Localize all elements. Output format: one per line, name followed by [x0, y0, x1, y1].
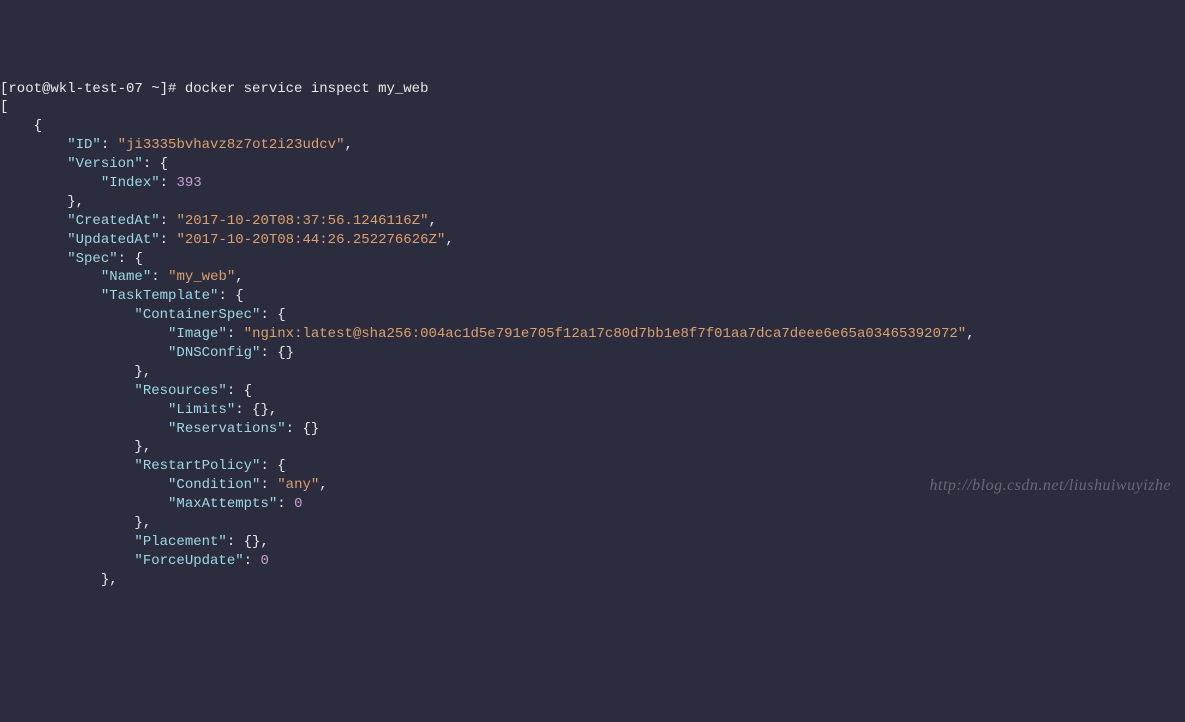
- json-value-index: 393: [176, 175, 201, 191]
- json-value-name: "my_web": [168, 269, 235, 285]
- json-value-condition: "any": [277, 477, 319, 493]
- watermark-text: http://blog.csdn.net/liushuiwuyizhe: [930, 475, 1171, 497]
- json-key-spec: "Spec": [67, 251, 117, 267]
- json-key-id: "ID": [67, 137, 101, 153]
- json-key-tasktemplate: "TaskTemplate": [101, 288, 219, 304]
- json-value-id: "ji3335bvhavz8z7ot2i23udcv": [118, 137, 345, 153]
- json-key-version: "Version": [67, 156, 143, 172]
- json-open-bracket: [: [0, 99, 8, 115]
- json-key-dnsconfig: "DNSConfig": [168, 345, 260, 361]
- json-value-maxattempts: 0: [294, 496, 302, 512]
- json-key-updatedat: "UpdatedAt": [67, 232, 159, 248]
- json-key-maxattempts: "MaxAttempts": [168, 496, 277, 512]
- json-key-createdat: "CreatedAt": [67, 213, 159, 229]
- json-key-placement: "Placement": [134, 534, 226, 550]
- json-key-resources: "Resources": [134, 383, 226, 399]
- json-key-image: "Image": [168, 326, 227, 342]
- json-key-reservations: "Reservations": [168, 421, 286, 437]
- json-value-forceupdate: 0: [260, 553, 268, 569]
- json-key-index: "Index": [101, 175, 160, 191]
- json-key-name: "Name": [101, 269, 151, 285]
- json-key-restartpolicy: "RestartPolicy": [134, 458, 260, 474]
- command-text: docker service inspect my_web: [185, 81, 429, 97]
- json-key-condition: "Condition": [168, 477, 260, 493]
- shell-prompt: [root@wkl-test-07 ~]#: [0, 81, 185, 97]
- json-key-containerspec: "ContainerSpec": [134, 307, 260, 323]
- terminal-output: [root@wkl-test-07 ~]# docker service ins…: [0, 80, 1185, 590]
- json-value-updatedat: "2017-10-20T08:44:26.252276626Z": [176, 232, 445, 248]
- json-key-forceupdate: "ForceUpdate": [134, 553, 243, 569]
- json-value-createdat: "2017-10-20T08:37:56.1246116Z": [176, 213, 428, 229]
- json-object-open: {: [34, 118, 42, 134]
- json-key-limits: "Limits": [168, 402, 235, 418]
- json-value-image: "nginx:latest@sha256:004ac1d5e791e705f12…: [244, 326, 967, 342]
